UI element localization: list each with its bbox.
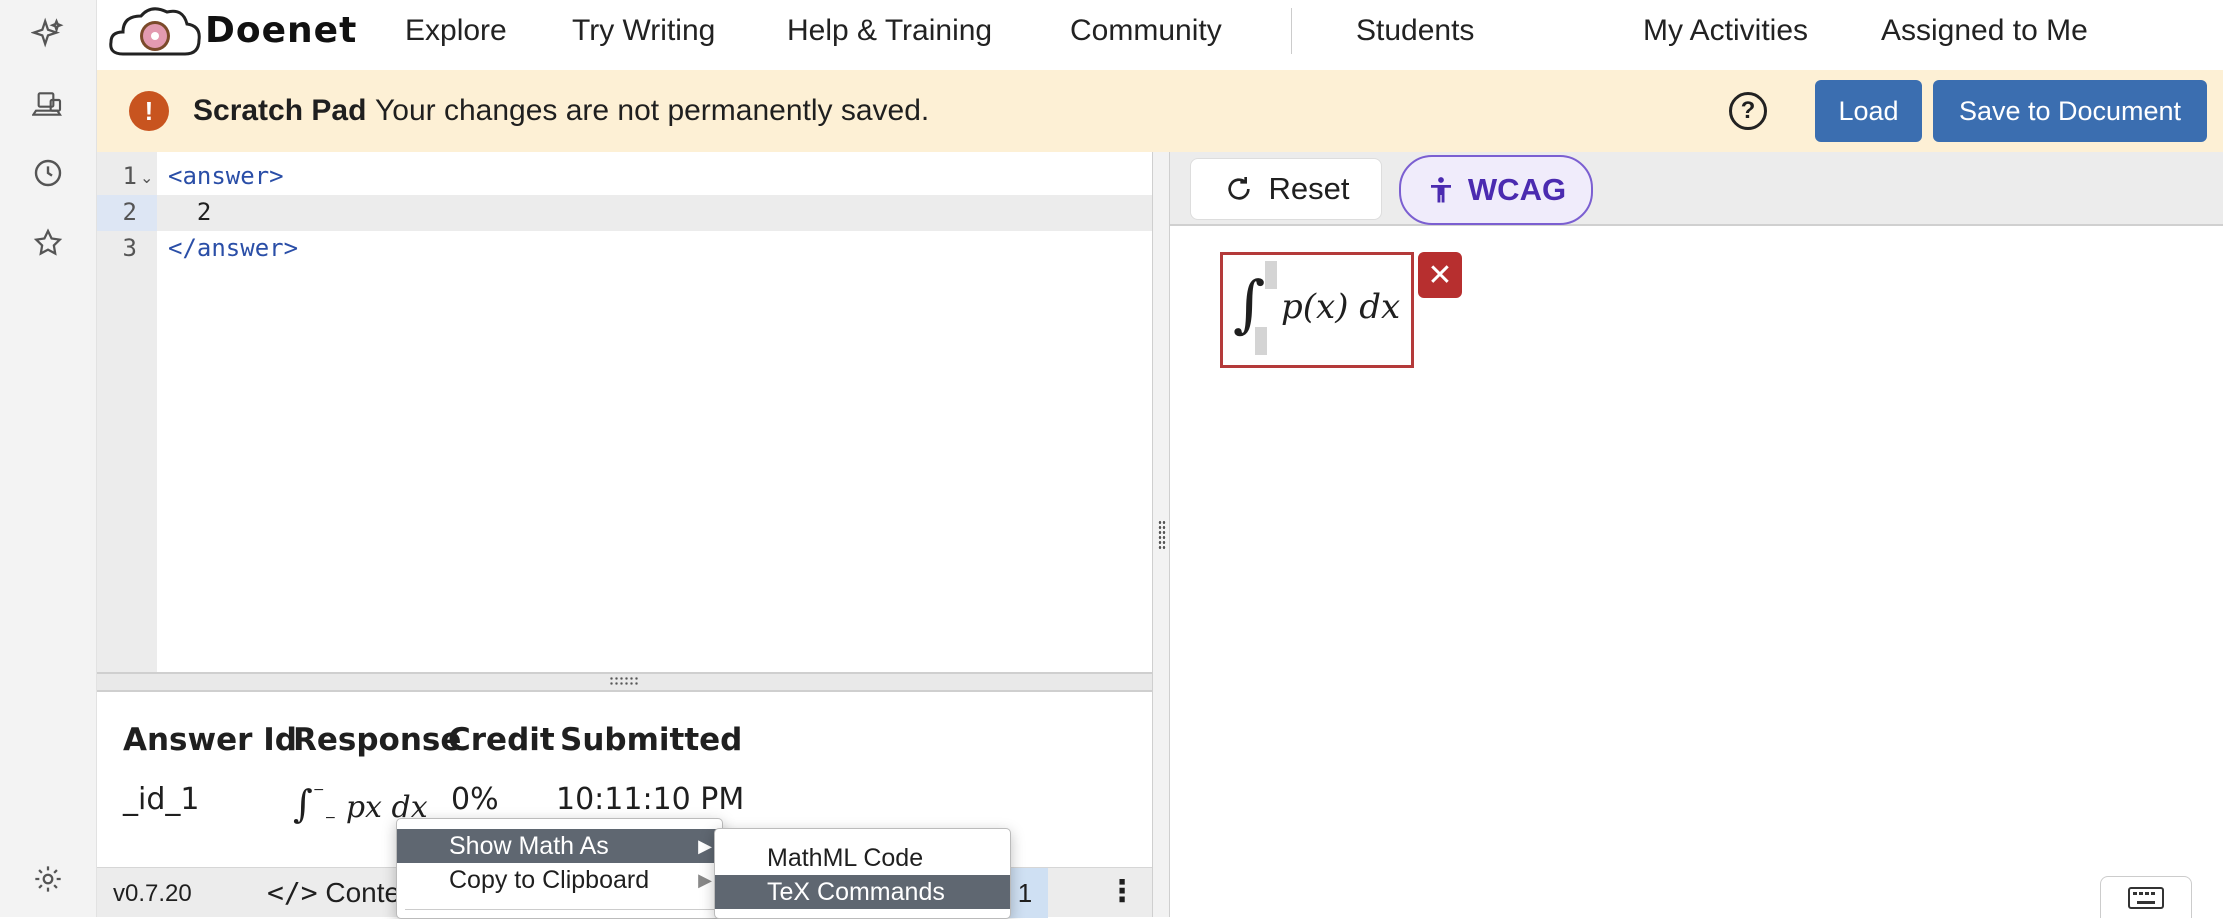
cell-answer-id: _id_1 bbox=[123, 782, 200, 817]
header-response: Response bbox=[293, 722, 462, 758]
code-icon: </> bbox=[267, 876, 318, 909]
refresh-icon bbox=[1227, 177, 1250, 200]
header-credit: Credit bbox=[448, 722, 555, 758]
wcag-label: WCAG bbox=[1467, 172, 1567, 207]
content-tab[interactable]: </> Conte bbox=[267, 876, 400, 909]
integrand: p(x) dx bbox=[1281, 287, 1401, 327]
preview-toolbar: Reset WCAG bbox=[1170, 152, 2223, 226]
nav-divider bbox=[1291, 8, 1292, 54]
header-answer-id: Answer Id bbox=[123, 722, 297, 758]
help-icon[interactable]: ? bbox=[1729, 92, 1767, 130]
nav-explore[interactable]: Explore bbox=[405, 14, 507, 48]
incorrect-indicator[interactable]: ✕ bbox=[1418, 252, 1462, 298]
cell-submitted: 10:11:10 PM bbox=[556, 782, 745, 817]
clock-icon[interactable] bbox=[28, 153, 68, 193]
menu-item-show-math-as[interactable]: Show Math As ▶ bbox=[397, 829, 722, 863]
submenu-item-tex-commands[interactable]: TeX Commands bbox=[715, 875, 1010, 909]
sparkles-icon[interactable] bbox=[28, 14, 68, 54]
code-line[interactable]: </answer> bbox=[168, 234, 298, 262]
submenu-item-mathml-code[interactable]: MathML Code bbox=[715, 841, 1010, 875]
fold-chevron-icon[interactable]: ⌄ bbox=[140, 168, 153, 187]
header-submitted: Submitted bbox=[560, 722, 743, 758]
line-number: 1 bbox=[122, 162, 137, 190]
cloud-donut-icon bbox=[109, 7, 201, 56]
nav-my-activities[interactable]: My Activities bbox=[1643, 14, 1808, 48]
keyboard-toggle[interactable] bbox=[2100, 876, 2192, 918]
wcag-button[interactable]: WCAG bbox=[1399, 155, 1593, 225]
lower-limit-placeholder[interactable] bbox=[1255, 327, 1267, 355]
context-menu: Show Math As ▶ Copy to Clipboard ▶ bbox=[396, 818, 723, 919]
reset-button[interactable]: Reset bbox=[1190, 158, 1382, 220]
grip-icon bbox=[1158, 520, 1166, 550]
upper-limit-placeholder[interactable] bbox=[1265, 261, 1277, 289]
nav-students[interactable]: Students bbox=[1356, 14, 1474, 48]
line-number: 2 bbox=[122, 198, 137, 226]
banner-title: Scratch Pad bbox=[193, 94, 367, 127]
nav-help-training[interactable]: Help & Training bbox=[787, 14, 992, 48]
nav-assigned-to-me[interactable]: Assigned to Me bbox=[1881, 14, 2088, 48]
scratch-pad-banner: ! Scratch Pad Your changes are not perma… bbox=[97, 70, 2223, 152]
line-number: 3 bbox=[122, 234, 137, 262]
gear-icon[interactable] bbox=[28, 859, 68, 899]
warning-icon: ! bbox=[129, 91, 169, 131]
menu-separator bbox=[405, 909, 714, 910]
horizontal-resize-handle[interactable] bbox=[97, 672, 1152, 692]
load-button[interactable]: Load bbox=[1815, 80, 1922, 142]
content-tab-label: Conte bbox=[325, 877, 401, 908]
nav-community[interactable]: Community bbox=[1070, 14, 1222, 48]
document-preview: ∫ p(x) dx ✕ bbox=[1170, 226, 2223, 918]
submenu: MathML Code TeX Commands bbox=[714, 828, 1011, 919]
save-to-document-button[interactable]: Save to Document bbox=[1933, 80, 2207, 142]
version-label: v0.7.20 bbox=[113, 880, 192, 907]
submenu-arrow-icon: ▶ bbox=[698, 869, 712, 890]
grip-icon bbox=[609, 676, 639, 686]
star-icon[interactable] bbox=[28, 223, 68, 263]
cell-credit: 0% bbox=[451, 782, 499, 817]
more-options-icon[interactable]: ⋮ bbox=[1107, 874, 1137, 909]
code-editor[interactable]: 1 ⌄ 2 3 <answer> 2 </answer> bbox=[97, 152, 1152, 672]
left-rail bbox=[0, 0, 97, 917]
nav-try-writing[interactable]: Try Writing bbox=[572, 14, 715, 48]
code-line[interactable]: 2 bbox=[168, 198, 211, 226]
menu-item-copy-to-clipboard[interactable]: Copy to Clipboard ▶ bbox=[397, 863, 722, 897]
active-line-highlight bbox=[157, 195, 1152, 231]
reset-label: Reset bbox=[1268, 171, 1350, 206]
laptop-icon[interactable] bbox=[28, 84, 68, 124]
math-answer-input[interactable]: ∫ p(x) dx bbox=[1220, 252, 1414, 368]
vertical-resize-handle[interactable] bbox=[1152, 152, 1170, 917]
banner-message: Your changes are not permanently saved. bbox=[375, 94, 930, 127]
logo[interactable] bbox=[105, 2, 205, 64]
submenu-arrow-icon: ▶ bbox=[698, 835, 712, 856]
logo-text: Doenet bbox=[205, 10, 358, 51]
accessibility-icon bbox=[1430, 177, 1451, 203]
top-navigation: Doenet Explore Try Writing Help & Traini… bbox=[97, 0, 2223, 70]
keyboard-icon bbox=[2128, 886, 2164, 909]
code-line[interactable]: <answer> bbox=[168, 162, 284, 190]
